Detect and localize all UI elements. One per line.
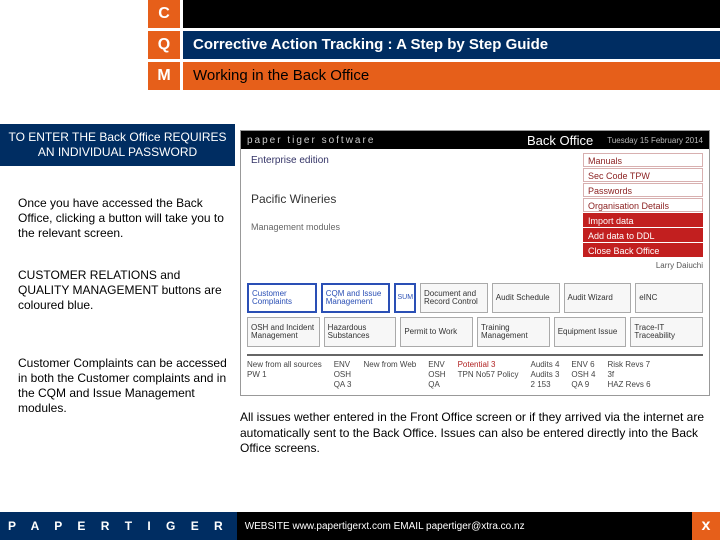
lower-note: All issues wether entered in the Front O…	[240, 410, 710, 457]
software-brand: paper tiger software	[247, 135, 375, 146]
screenshot-left-labels: Enterprise edition Pacific Wineries Mana…	[251, 155, 340, 232]
footer-contact: WEBSITE www.papertigerxt.com EMAIL paper…	[237, 512, 692, 540]
module-permit[interactable]: Permit to Work	[400, 317, 473, 347]
title-area: Corrective Action Tracking : A Step by S…	[183, 0, 720, 124]
screenshot-header: paper tiger software Back Office Tuesday…	[241, 131, 709, 149]
module-customer-complaints[interactable]: Customer Complaints	[247, 283, 317, 313]
body-para-1: Once you have accessed the Back Office, …	[18, 196, 228, 241]
module-equipment[interactable]: Equipment Issue	[554, 317, 627, 347]
right-menu: Manuals Sec Code TPW Passwords Organisat…	[583, 153, 703, 258]
menu-passwords[interactable]: Passwords	[583, 183, 703, 197]
body-para-3: Customer Complaints can be accessed in b…	[18, 356, 228, 416]
cqm-c: C	[148, 0, 180, 28]
menu-add-ddl[interactable]: Add data to DDL	[583, 228, 703, 242]
title-stripe-black	[183, 0, 720, 28]
modules-heading: Management modules	[251, 222, 340, 232]
module-hazardous[interactable]: Hazardous Substances	[324, 317, 397, 347]
stats-bar: New from all sourcesPW 1 ENVOSHQA 3 New …	[247, 354, 703, 389]
menu-manuals[interactable]: Manuals	[583, 153, 703, 167]
page-subtitle: Working in the Back Office	[183, 62, 720, 90]
screen-title: Back Office	[527, 133, 593, 148]
module-grid: Customer Complaints CQM and Issue Manage…	[247, 283, 703, 351]
edition-label: Enterprise edition	[251, 155, 340, 166]
footer: P A P E R T I G E R WEBSITE www.papertig…	[0, 512, 720, 540]
module-training[interactable]: Training Management	[477, 317, 550, 347]
company-name: Pacific Wineries	[251, 192, 340, 206]
back-office-screenshot: paper tiger software Back Office Tuesday…	[240, 130, 710, 396]
screen-date: Tuesday 15 February 2014	[607, 136, 703, 145]
cqm-indicator: C Q M	[148, 0, 180, 93]
footer-brand: P A P E R T I G E R	[0, 512, 237, 540]
module-osh[interactable]: OSH and Incident Management	[247, 317, 320, 347]
cqm-m: M	[148, 62, 180, 90]
menu-org-details[interactable]: Organisation Details	[583, 198, 703, 212]
body-para-2: CUSTOMER RELATIONS and QUALITY MANAGEMEN…	[18, 268, 228, 313]
module-document-control[interactable]: Document and Record Control	[420, 283, 488, 313]
close-icon[interactable]: x	[692, 512, 720, 540]
menu-import[interactable]: Import data	[583, 213, 703, 227]
module-cqm-issue[interactable]: CQM and Issue Management	[321, 283, 391, 313]
menu-seccode[interactable]: Sec Code TPW	[583, 168, 703, 182]
module-audit-schedule[interactable]: Audit Schedule	[492, 283, 560, 313]
cqm-q: Q	[148, 31, 180, 59]
module-traceit[interactable]: Trace-IT Traceability	[630, 317, 703, 347]
title-stripe-white	[183, 93, 720, 121]
password-callout: TO ENTER THE Back Office REQUIRES AN IND…	[0, 124, 235, 166]
module-einc[interactable]: eINC	[635, 283, 703, 313]
menu-close[interactable]: Close Back Office	[583, 243, 703, 257]
module-audit-wizard[interactable]: Audit Wizard	[564, 283, 632, 313]
current-user: Larry Daiuchi	[656, 261, 703, 270]
module-sum[interactable]: SUM	[394, 283, 416, 313]
page-title: Corrective Action Tracking : A Step by S…	[183, 31, 720, 59]
